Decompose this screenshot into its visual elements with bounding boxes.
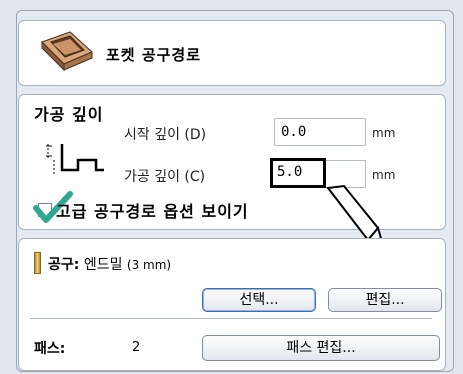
advanced-options-label[interactable]: 고급 공구경로 옵션 보이기 [56, 198, 249, 222]
depth-section-heading: 가공 깊이 [34, 105, 104, 124]
divider [30, 318, 432, 319]
pocket-toolpath-icon [41, 31, 93, 72]
passes-label: 패스: [34, 341, 66, 357]
start-depth-unit: mm [372, 126, 396, 140]
passes-count: 2 [132, 340, 141, 355]
start-depth-label: 시작 깊이 (D) [124, 127, 207, 143]
edit-passes-button[interactable]: 패스 편집... [202, 335, 440, 361]
tool-label: 공구: [48, 257, 80, 273]
pencil-icon [326, 184, 384, 244]
tool-name: 엔드밀 [83, 257, 123, 273]
start-depth-input[interactable]: 0.0 [274, 118, 366, 146]
tool-size: (3 mm) [126, 258, 172, 272]
cut-depth-unit: mm [372, 168, 396, 182]
end-mill-icon [34, 252, 41, 274]
cut-depth-label: 가공 깊이 (C) [124, 169, 206, 185]
tool-info: 공구: 엔드밀 (3 mm) [48, 254, 171, 274]
edit-tool-button[interactable]: 편집... [328, 288, 442, 312]
select-tool-button[interactable]: 선택... [202, 288, 316, 312]
cut-depth-input[interactable]: 5.0 [270, 158, 326, 188]
cut-depth-diagram-icon [46, 144, 104, 174]
panel-title: 포켓 공구경로 [106, 46, 202, 64]
